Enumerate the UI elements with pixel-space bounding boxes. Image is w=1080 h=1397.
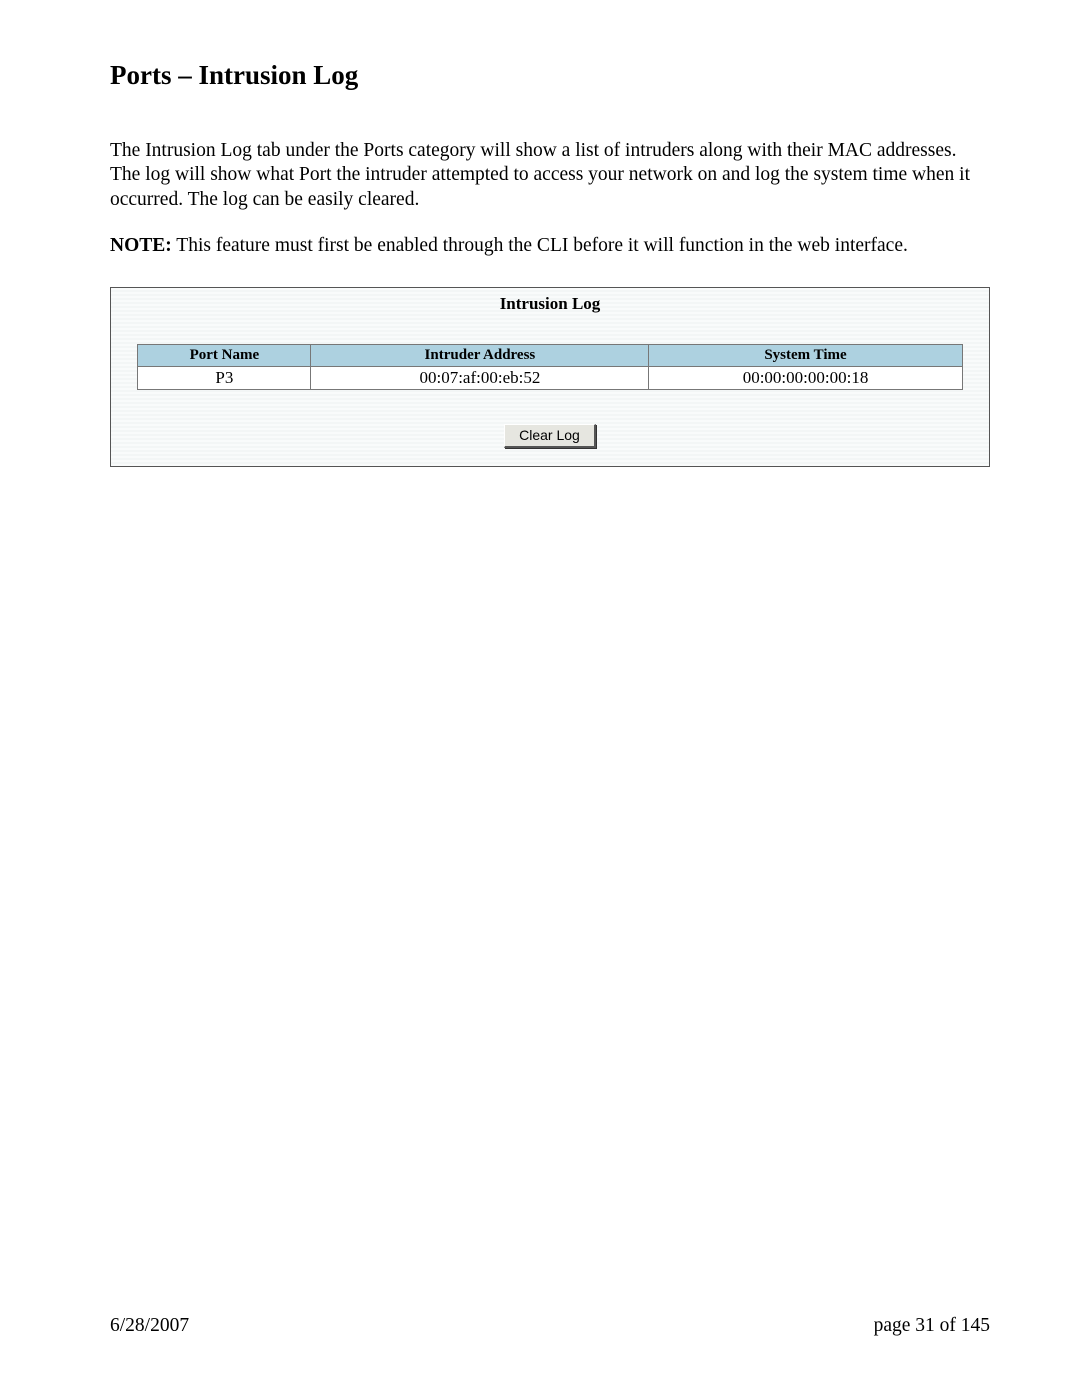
footer-date: 6/28/2007 — [110, 1315, 189, 1337]
button-row: Clear Log — [111, 390, 989, 448]
column-header-system-time: System Time — [649, 344, 962, 366]
panel-title: Intrusion Log — [111, 288, 989, 344]
intro-paragraph: The Intrusion Log tab under the Ports ca… — [110, 139, 990, 212]
intrusion-log-panel: Intrusion Log Port Name Intruder Address… — [110, 287, 990, 467]
cell-intruder-address: 00:07:af:00:eb:52 — [311, 366, 649, 389]
footer-page-info: page 31 of 145 — [874, 1315, 990, 1337]
table-row: P3 00:07:af:00:eb:52 00:00:00:00:00:18 — [138, 366, 962, 389]
note-label: NOTE: — [110, 235, 172, 256]
cell-port-name: P3 — [138, 366, 311, 389]
column-header-port-name: Port Name — [138, 344, 311, 366]
note-line: NOTE: This feature must first be enabled… — [110, 234, 990, 258]
table-header-row: Port Name Intruder Address System Time — [138, 344, 962, 366]
column-header-intruder-address: Intruder Address — [311, 344, 649, 366]
page-title: Ports – Intrusion Log — [110, 60, 990, 91]
clear-log-button[interactable]: Clear Log — [504, 424, 596, 448]
note-text: This feature must first be enabled throu… — [172, 235, 908, 256]
page-footer: 6/28/2007 page 31 of 145 — [110, 1315, 990, 1337]
intrusion-log-table: Port Name Intruder Address System Time P… — [137, 344, 962, 390]
cell-system-time: 00:00:00:00:00:18 — [649, 366, 962, 389]
